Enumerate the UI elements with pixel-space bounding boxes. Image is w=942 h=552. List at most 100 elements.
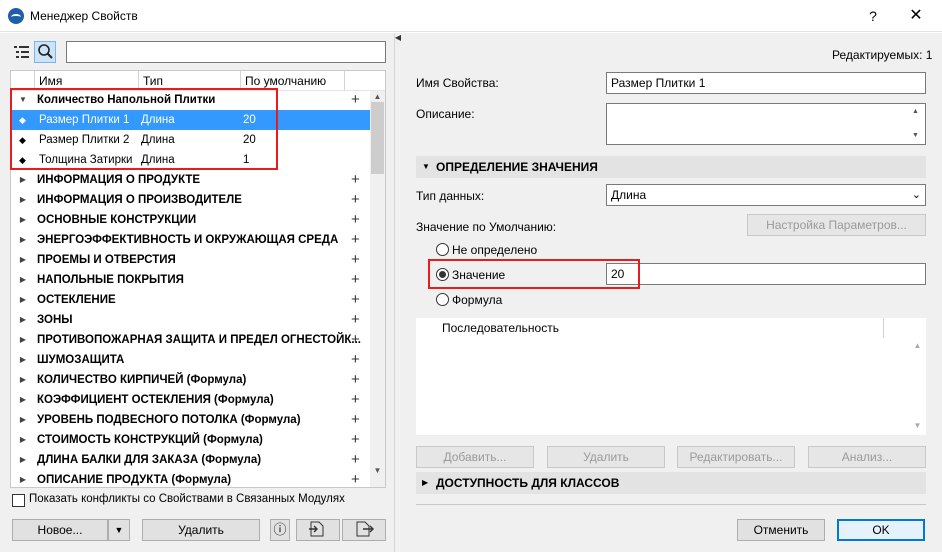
radio-undefined[interactable] <box>436 243 449 256</box>
add-plus-icon[interactable]: + <box>351 390 363 410</box>
desc-scroll-down-icon[interactable]: ▼ <box>908 132 923 139</box>
group-row[interactable]: ▶ ЗОНЫ + <box>11 310 371 330</box>
scroll-up-icon[interactable]: ▲ <box>370 92 385 101</box>
group-name: ДЛИНА БАЛКИ ДЛЯ ЗАКАЗА (Формула) <box>37 454 262 466</box>
property-name-field[interactable]: Размер Плитки 1 <box>606 72 926 94</box>
group-name: КОЭФФИЦИЕНТ ОСТЕКЛЕНИЯ (Формула) <box>37 394 274 406</box>
search-input[interactable] <box>66 41 386 63</box>
group-name: ЗОНЫ <box>37 314 73 326</box>
export-icon[interactable] <box>342 519 386 541</box>
group-name: ИНФОРМАЦИЯ О ПРОИЗВОДИТЕЛЕ <box>37 194 242 206</box>
info-icon[interactable]: ⓘ <box>270 519 290 541</box>
add-plus-icon[interactable]: + <box>351 310 363 330</box>
delete-property-button[interactable]: Удалить <box>142 519 260 541</box>
remove-button[interactable]: Удалить <box>547 446 665 468</box>
expand-right-icon[interactable]: ▶ <box>17 350 29 370</box>
expand-right-icon[interactable]: ▶ <box>17 230 29 250</box>
scrollbar-thumb[interactable] <box>371 102 384 174</box>
expand-right-icon[interactable]: ▶ <box>17 430 29 450</box>
expand-right-icon[interactable]: ▶ <box>17 170 29 190</box>
seq-scroll-down-icon[interactable]: ▼ <box>910 421 925 430</box>
show-conflicts-checkbox[interactable] <box>12 494 25 507</box>
search-icon[interactable] <box>34 41 56 63</box>
scroll-down-icon[interactable]: ▼ <box>370 466 385 475</box>
chevron-down-icon: ⌄ <box>911 189 921 201</box>
group-row[interactable]: ▶ ЭНЕРГОЭФФЕКТИВНОСТЬ И ОКРУЖАЮЩАЯ СРЕДА + <box>11 230 371 250</box>
section-class-availability[interactable]: ▶ ДОСТУПНОСТЬ ДЛЯ КЛАССОВ <box>416 472 926 494</box>
expand-right-icon[interactable]: ▶ <box>17 390 29 410</box>
add-plus-icon[interactable]: + <box>351 250 363 270</box>
expand-right-icon[interactable]: ▶ <box>17 210 29 230</box>
parameter-settings-button[interactable]: Настройка Параметров... <box>747 214 926 236</box>
radio-formula[interactable] <box>436 293 449 306</box>
add-plus-icon[interactable]: + <box>351 270 363 290</box>
group-row[interactable]: ▶ ДЛИНА БАЛКИ ДЛЯ ЗАКАЗА (Формула) + <box>11 450 371 470</box>
group-row[interactable]: ▶ СТОИМОСТЬ КОНСТРУКЦИЙ (Формула) + <box>11 430 371 450</box>
cancel-button[interactable]: Отменить <box>737 519 825 541</box>
title-bar <box>0 0 942 32</box>
expand-right-icon[interactable]: ▶ <box>17 370 29 390</box>
add-plus-icon[interactable]: + <box>351 350 363 370</box>
group-row[interactable]: ▶ ПРОЕМЫ И ОТВЕРСТИЯ + <box>11 250 371 270</box>
add-plus-icon[interactable]: + <box>351 290 363 310</box>
expand-right-icon[interactable]: ▶ <box>17 410 29 430</box>
datatype-value: Длина <box>611 188 647 202</box>
group-row[interactable]: ▶ ШУМОЗАЩИТА + <box>11 350 371 370</box>
add-plus-icon[interactable]: + <box>351 190 363 210</box>
add-button[interactable]: Добавить... <box>416 446 534 468</box>
group-name: ЭНЕРГОЭФФЕКТИВНОСТЬ И ОКРУЖАЮЩАЯ СРЕДА <box>37 234 339 246</box>
group-row[interactable]: ▶ ОСТЕКЛЕНИЕ + <box>11 290 371 310</box>
section-value-definition[interactable]: ▼ ОПРЕДЕЛЕНИЕ ЗНАЧЕНИЯ <box>416 156 926 178</box>
group-row[interactable]: ▶ ИНФОРМАЦИЯ О ПРОДУКТЕ + <box>11 170 371 190</box>
collapse-down-icon[interactable]: ▼ <box>422 156 430 178</box>
group-row[interactable]: ▶ ИНФОРМАЦИЯ О ПРОИЗВОДИТЕЛЕ + <box>11 190 371 210</box>
desc-scroll-up-icon[interactable]: ▲ <box>908 108 923 115</box>
ok-button[interactable]: OK <box>837 519 925 541</box>
edit-button[interactable]: Редактировать... <box>677 446 795 468</box>
group-row[interactable]: ▶ ОПИСАНИЕ ПРОДУКТА (Формула) + <box>11 470 371 487</box>
add-plus-icon[interactable]: + <box>351 210 363 230</box>
add-plus-icon[interactable]: + <box>351 450 363 470</box>
group-row[interactable]: ▶ ОСНОВНЫЕ КОНСТРУКЦИИ + <box>11 210 371 230</box>
expand-right-icon[interactable]: ▶ <box>17 270 29 290</box>
expand-right-icon[interactable]: ▶ <box>17 470 29 487</box>
new-dropdown-icon[interactable]: ▼ <box>108 519 130 541</box>
add-plus-icon[interactable]: + <box>351 170 363 190</box>
group-row[interactable]: ▶ НАПОЛЬНЫЕ ПОКРЫТИЯ + <box>11 270 371 290</box>
expand-right-icon[interactable]: ▶ <box>17 290 29 310</box>
splitter[interactable] <box>394 33 402 552</box>
add-plus-icon[interactable]: + <box>351 410 363 430</box>
tree-view-icon[interactable] <box>12 42 32 62</box>
group-row[interactable]: ▶ УРОВЕНЬ ПОДВЕСНОГО ПОТОЛКА (Формула) + <box>11 410 371 430</box>
section-value-title: ОПРЕДЕЛЕНИЕ ЗНАЧЕНИЯ <box>436 160 598 174</box>
expand-right-icon[interactable]: ▶ <box>17 190 29 210</box>
add-plus-icon[interactable]: + <box>351 430 363 450</box>
group-name: УРОВЕНЬ ПОДВЕСНОГО ПОТОЛКА (Формула) <box>37 414 301 426</box>
seq-scroll-up-icon[interactable]: ▲ <box>910 341 925 350</box>
add-plus-icon[interactable]: + <box>351 330 363 350</box>
expand-right-icon[interactable]: ▶ <box>17 250 29 270</box>
group-name: ПРОЕМЫ И ОТВЕРСТИЯ <box>37 254 176 266</box>
analysis-button[interactable]: Анализ... <box>808 446 926 468</box>
default-value-input[interactable]: 20 <box>606 263 926 285</box>
expand-right-icon[interactable]: ▶ <box>17 330 29 350</box>
expand-right-icon[interactable]: ▶ <box>422 472 428 494</box>
datatype-select[interactable]: Длина ⌄ <box>606 184 926 206</box>
add-plus-icon[interactable]: + <box>351 230 363 250</box>
help-button[interactable]: ? <box>856 4 890 28</box>
add-plus-icon[interactable]: + <box>351 370 363 390</box>
group-row[interactable]: ▶ ПРОТИВОПОЖАРНАЯ ЗАЩИТА И ПРЕДЕЛ ОГНЕСТО… <box>11 330 371 350</box>
add-plus-icon[interactable]: + <box>351 470 363 487</box>
expand-right-icon[interactable]: ▶ <box>17 450 29 470</box>
group-row[interactable]: ▶ КОЛИЧЕСТВО КИРПИЧЕЙ (Формула) + <box>11 370 371 390</box>
section-classes-title: ДОСТУПНОСТЬ ДЛЯ КЛАССОВ <box>436 476 620 490</box>
new-button[interactable]: Новое... <box>12 519 108 541</box>
import-icon[interactable] <box>296 519 340 541</box>
collapse-left-icon[interactable]: ◀ <box>394 33 402 45</box>
group-row[interactable]: ▶ КОЭФФИЦИЕНТ ОСТЕКЛЕНИЯ (Формула) + <box>11 390 371 410</box>
description-field[interactable] <box>606 103 926 145</box>
add-plus-icon[interactable]: + <box>351 90 363 110</box>
close-button[interactable]: ✕ <box>896 4 936 28</box>
expand-right-icon[interactable]: ▶ <box>17 310 29 330</box>
group-name: ПРОТИВОПОЖАРНАЯ ЗАЩИТА И ПРЕДЕЛ ОГНЕСТОЙ… <box>37 334 361 346</box>
